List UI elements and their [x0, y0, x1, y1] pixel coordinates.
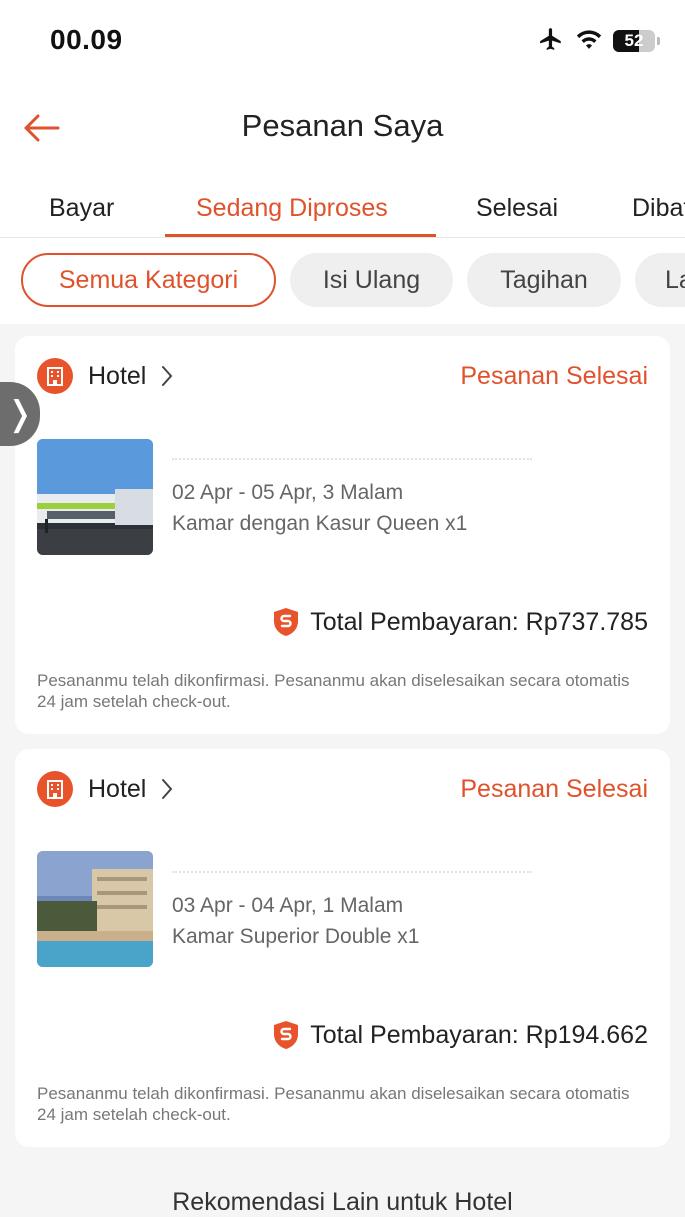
order-note: Pesananmu telah dikonfirmasi. Pesananmu …	[37, 671, 630, 711]
stay-dates: 02 Apr - 05 Apr, 3 Malam	[172, 481, 404, 504]
hotel-icon	[37, 771, 73, 807]
wifi-icon	[575, 27, 603, 56]
chip-isi-ulang[interactable]: Isi Ulang	[290, 253, 453, 307]
battery-level: 52	[624, 31, 644, 50]
page-title: Pesanan Saya	[241, 108, 444, 143]
total-amount: Total Pembayaran: Rp737.785	[310, 607, 648, 636]
room-type: Kamar dengan Kasur Queen x1	[172, 512, 468, 535]
category-chips: Semua Kategori Isi Ulang Tagihan Lainnya	[0, 238, 685, 324]
tab-sedang-diproses[interactable]: Sedang Diproses	[196, 194, 388, 223]
battery-icon: 52	[613, 30, 660, 52]
chip-lainnya[interactable]: Lainnya	[635, 253, 685, 307]
header: Pesanan Saya	[0, 84, 685, 174]
chevron-right-icon	[160, 777, 174, 801]
chevron-right-icon: ❭	[5, 395, 35, 433]
chip-tagihan[interactable]: Tagihan	[467, 253, 621, 307]
total-amount: Total Pembayaran: Rp194.662	[310, 1020, 648, 1049]
hotel-name-redacted	[172, 458, 532, 466]
order-category-link[interactable]: Hotel	[37, 358, 174, 394]
total-payment: Total Pembayaran: Rp194.662	[270, 1017, 648, 1053]
status-time: 00.09	[50, 24, 123, 55]
order-note: Pesananmu telah dikonfirmasi. Pesananmu …	[37, 1084, 630, 1124]
hotel-photo	[37, 851, 153, 967]
shield-icon	[274, 1021, 299, 1049]
order-category: Hotel	[88, 774, 147, 803]
hotel-photo	[37, 439, 153, 555]
order-card[interactable]: Hotel Pesanan Selesai 03 Apr - 04 Apr, 1…	[15, 749, 670, 1147]
order-status: Pesanan Selesai	[460, 362, 648, 390]
status-bar: 00.09 52	[0, 0, 685, 84]
tab-selesai[interactable]: Selesai	[476, 194, 558, 223]
chevron-right-icon	[160, 364, 174, 388]
airplane-icon	[537, 26, 565, 57]
stay-dates: 03 Apr - 04 Apr, 1 Malam	[172, 894, 404, 917]
status-tabs: Bayar Sedang Diproses Selesai Dibatalkan	[0, 174, 685, 238]
hotel-icon	[37, 358, 73, 394]
tab-dibatalkan[interactable]: Dibatalkan	[632, 194, 685, 223]
chip-semua-kategori[interactable]: Semua Kategori	[21, 253, 276, 307]
order-category: Hotel	[88, 361, 147, 390]
tab-bayar[interactable]: Bayar	[49, 194, 114, 223]
shield-icon	[274, 608, 299, 636]
total-payment: Total Pembayaran: Rp737.785	[270, 604, 648, 640]
order-category-link[interactable]: Hotel	[37, 771, 174, 807]
room-type: Kamar Superior Double x1	[172, 925, 420, 948]
order-status: Pesanan Selesai	[460, 775, 648, 803]
order-card[interactable]: Hotel Pesanan Selesai 02 Apr - 05 Apr, 3…	[15, 336, 670, 734]
status-icons: 52	[537, 26, 660, 57]
recommendation-heading: Rekomendasi Lain untuk Hotel	[172, 1188, 513, 1216]
hotel-name-redacted	[172, 871, 532, 879]
